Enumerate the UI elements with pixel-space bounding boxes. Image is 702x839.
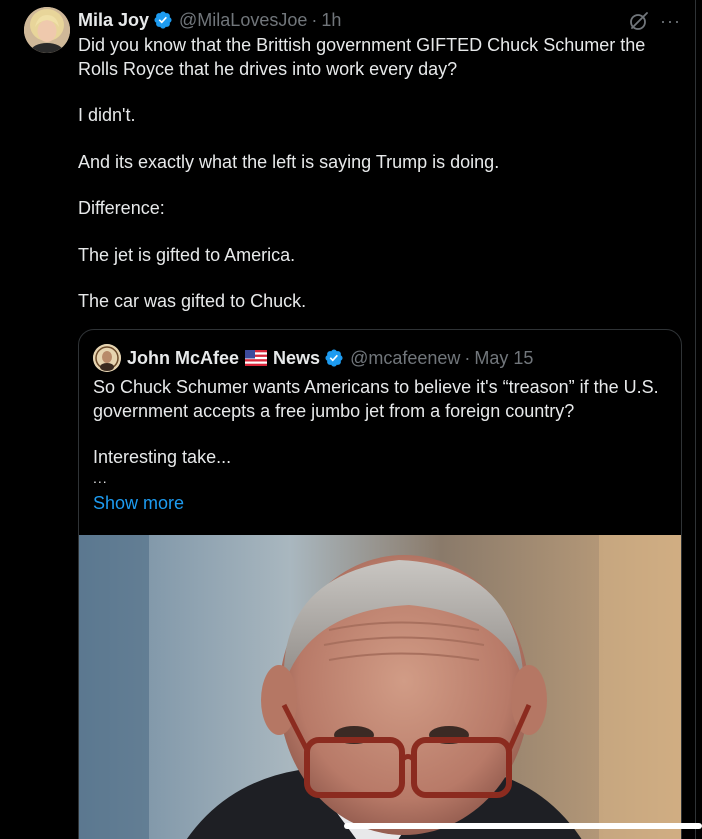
author-avatar[interactable] bbox=[24, 7, 70, 53]
quoted-author-name[interactable]: John McAfee bbox=[127, 348, 239, 369]
tweet-detail-view: Mila Joy @MilaLovesJoe · 1h ··· Did you … bbox=[0, 0, 702, 839]
author-handle[interactable]: @MilaLovesJoe bbox=[179, 10, 307, 31]
us-flag-icon bbox=[245, 350, 268, 366]
verified-badge-icon[interactable] bbox=[324, 348, 344, 368]
home-indicator bbox=[344, 823, 702, 829]
author-name[interactable]: Mila Joy bbox=[78, 10, 149, 31]
quoted-tweet-text: So Chuck Schumer wants Americans to beli… bbox=[93, 376, 673, 470]
verified-badge-icon[interactable] bbox=[153, 10, 173, 30]
quoted-tweet-header: John McAfee News @mcafeenew · May 15 bbox=[127, 346, 533, 370]
quoted-author-name-suffix[interactable]: News bbox=[273, 348, 320, 369]
quoted-tweet-card[interactable]: John McAfee News @mcafeenew · May 15 So … bbox=[78, 329, 682, 839]
grok-icon[interactable] bbox=[628, 10, 650, 32]
quoted-paragraph: So Chuck Schumer wants Americans to beli… bbox=[93, 377, 659, 421]
tweet-text: Did you know that the Brittish governmen… bbox=[78, 34, 678, 314]
more-options-icon[interactable]: ··· bbox=[660, 11, 682, 31]
tweet-header: Mila Joy @MilaLovesJoe · 1h bbox=[78, 8, 341, 32]
quoted-paragraph: Interesting take... bbox=[93, 447, 232, 467]
tweet-paragraph: Difference: bbox=[78, 198, 165, 218]
tweet-timestamp[interactable]: 1h bbox=[321, 10, 341, 31]
tweet-paragraph: Did you know that the Brittish governmen… bbox=[78, 35, 646, 79]
quoted-tweet-timestamp[interactable]: May 15 bbox=[474, 348, 533, 369]
separator-dot: · bbox=[464, 347, 471, 368]
tweet-paragraph: The jet is gifted to America. bbox=[78, 244, 296, 265]
column-divider bbox=[695, 0, 696, 839]
tweet-paragraph: The car was gifted to Chuck. bbox=[78, 291, 307, 311]
tweet-paragraph: And its exactly what the left is saying … bbox=[78, 151, 500, 172]
separator-dot: · bbox=[311, 9, 318, 30]
truncation-ellipsis: ... bbox=[93, 470, 108, 486]
quoted-author-handle[interactable]: @mcafeenew bbox=[350, 348, 460, 369]
quoted-tweet-photo[interactable] bbox=[79, 535, 681, 839]
tweet-paragraph: I didn't. bbox=[78, 105, 136, 125]
quoted-author-avatar[interactable] bbox=[93, 344, 121, 372]
show-more-link[interactable]: Show more bbox=[93, 493, 184, 514]
